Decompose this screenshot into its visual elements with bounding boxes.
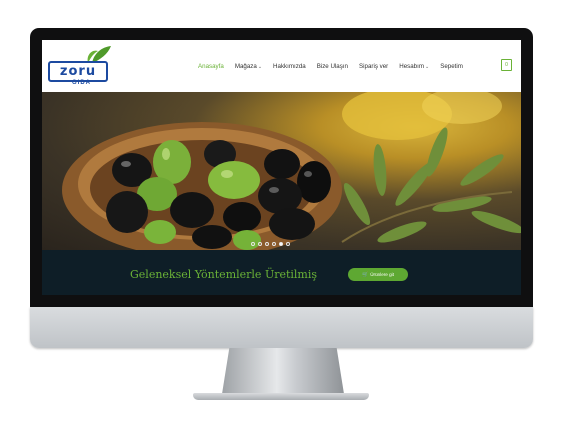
- hero-slider[interactable]: [42, 92, 521, 250]
- hero-image-olives: [62, 92, 521, 250]
- nav-item-label: Hesabım: [399, 63, 424, 70]
- chevron-down-icon: ⌄: [257, 64, 263, 70]
- slider-dot[interactable]: [272, 242, 276, 246]
- nav-item-label: Mağaza: [234, 63, 257, 70]
- products-button-label: Ürünlere git: [370, 272, 394, 277]
- banner-title: Geleneksel Yöntemlerle Üretilmiş: [130, 268, 318, 281]
- nav-item-label: Bize Ulaşın: [316, 63, 348, 70]
- chevron-down-icon: ⌄: [425, 64, 430, 70]
- nav-item-sepetim[interactable]: Sepetim: [440, 61, 463, 73]
- slider-dot[interactable]: [251, 242, 255, 246]
- nav-item-label: Sipariş ver: [359, 63, 389, 70]
- nav-item-hesabim[interactable]: Hesabım⌄: [399, 61, 429, 73]
- slider-dot[interactable]: [286, 242, 290, 246]
- nav-item-anasayfa[interactable]: Anasayfa: [198, 61, 224, 73]
- nav-item-siparis-ver[interactable]: Sipariş ver: [359, 61, 388, 73]
- monitor-stand: [222, 348, 344, 394]
- logo-wordmark: zoru: [48, 61, 108, 82]
- promo-banner: Geleneksel Yöntemlerle Üretilmiş 🛒 Ürünle…: [42, 250, 521, 295]
- slider-dot-active[interactable]: [279, 242, 283, 246]
- website-screen: zoru GIDA Anasayfa Mağaza⌄ Hakkımızda Bi…: [42, 40, 521, 295]
- slider-dot[interactable]: [258, 242, 262, 246]
- main-nav: Anasayfa Mağaza⌄ Hakkımızda Bize Ulaşın …: [198, 61, 474, 73]
- cart-icon: 🛒: [362, 272, 369, 278]
- cart-count: 0: [505, 62, 508, 68]
- monitor: zoru GIDA Anasayfa Mağaza⌄ Hakkımızda Bi…: [30, 28, 533, 348]
- products-button[interactable]: 🛒 Ürünlere git: [348, 268, 408, 281]
- nav-item-bize-ulasin[interactable]: Bize Ulaşın: [317, 61, 348, 73]
- nav-item-magaza[interactable]: Mağaza⌄: [235, 61, 262, 73]
- slider-dot[interactable]: [265, 242, 269, 246]
- monitor-stand-base: [193, 393, 369, 400]
- monitor-bezel: zoru GIDA Anasayfa Mağaza⌄ Hakkımızda Bi…: [30, 28, 533, 307]
- site-header: zoru GIDA Anasayfa Mağaza⌄ Hakkımızda Bi…: [42, 40, 521, 92]
- monitor-chin: [30, 307, 533, 348]
- logo-subtitle: GIDA: [72, 80, 91, 86]
- nav-item-label: Anasayfa: [198, 63, 224, 70]
- nav-item-label: Sepetim: [440, 63, 463, 70]
- nav-item-label: Hakkımızda: [273, 63, 306, 70]
- shopping-bag-icon[interactable]: 0: [501, 59, 512, 71]
- nav-item-hakkimizda[interactable]: Hakkımızda: [273, 61, 306, 73]
- site-logo[interactable]: zoru GIDA: [48, 45, 112, 87]
- slider-pagination: [251, 242, 290, 246]
